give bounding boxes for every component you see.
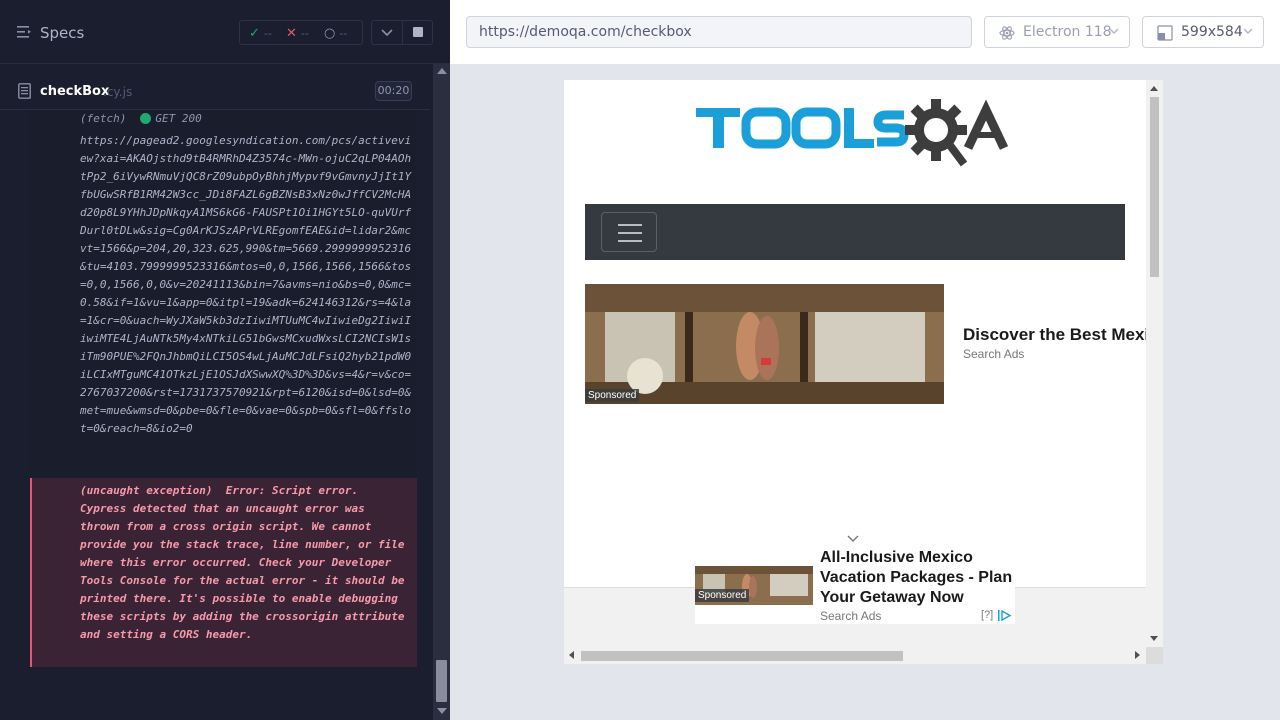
ad-photo xyxy=(585,284,944,404)
passed-stat: ✓ -- xyxy=(249,25,272,41)
ad-image[interactable]: Sponsored xyxy=(585,284,944,404)
viewport-label: 599x584 xyxy=(1181,24,1243,40)
reporter-panel: Specs ✓ -- ✕ -- ○ -- checkBox .cy.js 00:… xyxy=(0,0,450,720)
spec-file-row[interactable]: checkBox .cy.js 00:20 xyxy=(0,76,430,110)
anchor-ad[interactable]: Sponsored All-Inclusive Mexico Vacation … xyxy=(695,548,1015,624)
scrollbar-corner xyxy=(1146,647,1163,664)
failed-stat: ✕ -- xyxy=(286,25,309,41)
browser-selector[interactable]: Electron 118 xyxy=(984,16,1130,48)
scroll-down-icon[interactable] xyxy=(1150,636,1158,641)
sponsored-tag: Sponsored xyxy=(585,389,640,402)
scroll-up-icon[interactable] xyxy=(437,68,447,74)
ad-image[interactable]: Sponsored xyxy=(695,566,813,605)
scroll-left-icon[interactable] xyxy=(569,651,574,659)
aut-iframe[interactable]: Sponsored Discover the Best Mexic Search… xyxy=(564,80,1163,664)
site-navbar xyxy=(585,204,1125,260)
hamburger-icon xyxy=(618,224,642,226)
pending-circle-icon: ○ xyxy=(324,25,336,41)
menu-icon[interactable] xyxy=(17,25,33,39)
ad-title[interactable]: Discover the Best Mexic xyxy=(963,325,1159,345)
passed-count: -- xyxy=(263,26,272,40)
scrollbar-thumb[interactable] xyxy=(1150,97,1159,277)
scrollbar-thumb[interactable] xyxy=(436,660,447,702)
sponsored-tag: Sponsored xyxy=(695,589,750,602)
specs-title[interactable]: Specs xyxy=(40,24,84,42)
hamburger-icon-line xyxy=(618,240,642,242)
toggle-auto-scroll-button[interactable] xyxy=(372,21,402,44)
navbar-toggler-button[interactable] xyxy=(601,212,657,252)
run-controls xyxy=(371,20,433,45)
spec-name: checkBox xyxy=(40,84,110,99)
ad-help-link[interactable]: [?] xyxy=(981,609,993,621)
spec-extension: .cy.js xyxy=(103,85,133,99)
pending-stat: ○ -- xyxy=(324,25,347,41)
x-icon: ✕ xyxy=(286,25,297,41)
ad-source: Search Ads xyxy=(820,609,882,623)
scrollbar-thumb[interactable] xyxy=(581,651,903,661)
scroll-down-icon[interactable] xyxy=(437,708,447,714)
aut-panel: https://demoqa.com/checkbox Electron 118 xyxy=(450,0,1280,720)
error-log-entry[interactable]: (uncaught exception) Error: Script error… xyxy=(30,478,417,667)
specs-header: Specs ✓ -- ✕ -- ○ -- xyxy=(0,0,450,64)
fetch-method: GET 200 xyxy=(155,112,202,125)
failed-count: -- xyxy=(300,26,309,40)
toolsqa-logo[interactable] xyxy=(696,96,1021,172)
check-icon: ✓ xyxy=(249,25,260,41)
stop-icon xyxy=(413,27,423,37)
status-dot-icon xyxy=(140,113,152,124)
cypress-runner: Specs ✓ -- ✕ -- ○ -- checkBox .cy.js 00:… xyxy=(0,0,1280,720)
fetch-url: https://pagead2.googlesyndication.com/pc… xyxy=(80,134,412,435)
chevron-down-icon[interactable] xyxy=(847,535,859,543)
fetch-header: (fetch) GET 200 xyxy=(80,112,202,126)
stop-button[interactable] xyxy=(403,21,433,44)
hamburger-icon-line xyxy=(618,232,642,234)
browser-label: Electron 118 xyxy=(1023,24,1112,40)
command-log: (fetch) GET 200 https://pagead2.googlesyn… xyxy=(0,111,432,678)
test-stats: ✓ -- ✕ -- ○ -- xyxy=(239,20,363,45)
reporter-scrollbar[interactable] xyxy=(433,64,450,720)
iframe-vertical-scrollbar[interactable] xyxy=(1146,80,1163,647)
viewport-selector[interactable]: 599x584 xyxy=(1142,16,1264,48)
adchoices-icon[interactable] xyxy=(997,609,1013,622)
chevron-down-icon xyxy=(1243,28,1253,34)
chevron-down-icon xyxy=(381,29,393,37)
error-message: (uncaught exception) Error: Script error… xyxy=(80,484,405,641)
electron-icon xyxy=(999,26,1015,40)
spec-duration-badge: 00:20 xyxy=(375,81,412,101)
fetch-label: (fetch) xyxy=(80,112,127,125)
chevron-down-icon xyxy=(1109,28,1119,34)
document-icon xyxy=(18,83,31,99)
ad-source: Search Ads xyxy=(963,347,1025,361)
url-bar[interactable]: https://demoqa.com/checkbox xyxy=(466,16,972,48)
ad-title[interactable]: All-Inclusive Mexico Vacation Packages -… xyxy=(820,548,1020,608)
viewport-icon xyxy=(1157,25,1173,41)
aut-header: https://demoqa.com/checkbox Electron 118 xyxy=(450,0,1280,64)
pending-count: -- xyxy=(339,26,348,40)
iframe-horizontal-scrollbar[interactable] xyxy=(564,647,1146,664)
scroll-up-icon[interactable] xyxy=(1150,86,1158,91)
fetch-log-entry[interactable]: (fetch) GET 200 https://pagead2.googlesyn… xyxy=(30,111,417,476)
scroll-right-icon[interactable] xyxy=(1135,651,1140,659)
